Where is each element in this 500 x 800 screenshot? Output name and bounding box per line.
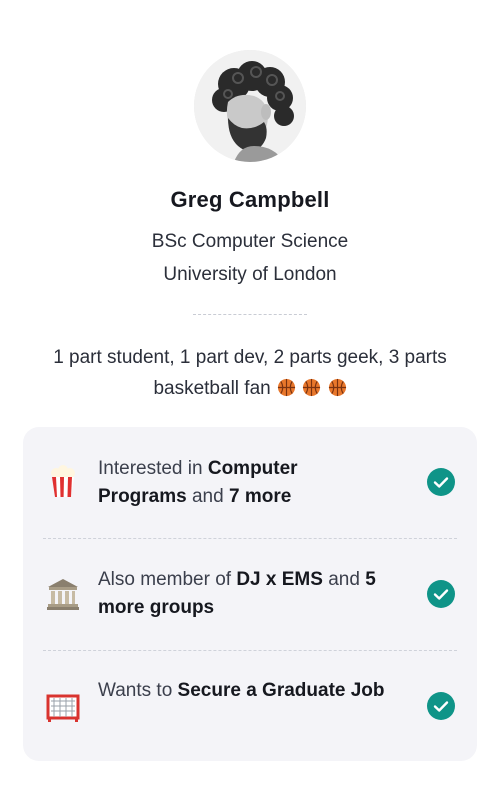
section-divider <box>193 314 307 315</box>
detail-prefix: Interested in <box>98 458 208 479</box>
check-icon <box>427 692 455 720</box>
check-icon <box>427 580 455 608</box>
avatar <box>194 50 306 162</box>
classical-building-icon <box>45 576 81 612</box>
check-icon <box>427 468 455 496</box>
detail-highlight: DJ x EMS <box>236 569 323 590</box>
detail-text-goal: Wants to Secure a Graduate Job <box>98 677 388 705</box>
detail-row-groups: Also member of DJ x EMS and 5 more group… <box>23 539 477 649</box>
detail-highlight-more: 7 more <box>228 486 292 507</box>
detail-middle: and <box>322 569 366 590</box>
detail-prefix: Also member of <box>98 569 237 590</box>
detail-text-groups: Also member of DJ x EMS and 5 more group… <box>98 566 388 622</box>
profile-photo <box>194 50 306 162</box>
profile-details-card: Interested in Computer Programs and 7 mo… <box>23 427 477 761</box>
detail-prefix: Wants to <box>98 680 178 701</box>
basketball-icon <box>327 378 347 399</box>
profile-bio-text: 1 part student, 1 part dev, 2 parts geek… <box>53 347 447 399</box>
profile-university: University of London <box>163 264 337 285</box>
popcorn-icon <box>45 463 81 499</box>
detail-highlight: Secure a Graduate Job <box>177 680 385 701</box>
goal-net-icon <box>45 689 81 725</box>
profile-name: Greg Campbell <box>170 187 330 212</box>
profile-bio: 1 part student, 1 part dev, 2 parts geek… <box>10 342 490 404</box>
profile-degree: BSc Computer Science <box>151 231 349 252</box>
detail-row-interests: Interested in Computer Programs and 7 mo… <box>23 427 477 537</box>
detail-text-interests: Interested in Computer Programs and 7 mo… <box>98 455 388 511</box>
detail-middle: and <box>186 486 229 507</box>
basketball-icon <box>276 378 301 399</box>
detail-row-goal: Wants to Secure a Graduate Job <box>23 651 477 761</box>
basketball-icon <box>301 378 326 399</box>
